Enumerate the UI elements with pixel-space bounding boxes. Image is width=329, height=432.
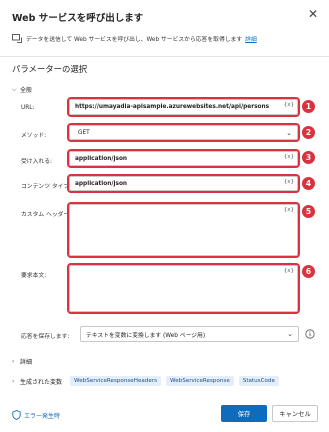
url-value: https://umayadia-apisample.azurewebsites… (75, 104, 270, 110)
badge-2: 2 (302, 126, 315, 139)
details-link[interactable]: 詳細 (245, 34, 257, 43)
custom-headers-label: カスタム ヘッダー: (21, 212, 72, 218)
variable-chip[interactable]: StatusCode (238, 376, 279, 386)
chevron-down-icon: ⌄ (286, 128, 292, 137)
group-generated-label: 生成された変数 (20, 378, 63, 386)
description: データを送信して Web サービスを呼び出し、Web サービスから応答を取得しま… (12, 34, 257, 43)
save-button[interactable]: 保存 (221, 405, 267, 422)
accept-value: application/json (75, 155, 128, 162)
group-general-label: 全般 (20, 87, 33, 94)
chevron-right-icon: › (12, 377, 15, 385)
group-general[interactable]: ⌵ 全般 (12, 85, 33, 95)
badge-4: 4 (302, 177, 315, 190)
accept-label: 受け入れる: (21, 159, 52, 165)
info-icon[interactable] (305, 329, 315, 339)
group-details-label: 詳細 (20, 359, 33, 366)
method-value: GET (78, 129, 90, 136)
content-type-value: application/json (75, 180, 128, 187)
description-text: データを送信して Web サービスを呼び出し、Web サービスから応答を取得しま… (26, 37, 243, 43)
divider (0, 56, 329, 57)
content-type-field[interactable]: application/json {x} (67, 174, 300, 193)
shield-icon (12, 410, 21, 420)
close-icon[interactable]: ✕ (308, 7, 318, 21)
url-label: URL: (21, 105, 35, 111)
request-body-label: 要求本文: (21, 273, 47, 279)
method-label: メソッド: (21, 133, 47, 139)
save-response-label: 応答を保存します: (21, 334, 70, 340)
method-dropdown[interactable]: GET ⌄ (67, 123, 300, 142)
on-error-button[interactable]: エラー発生時 (12, 410, 60, 420)
cancel-button[interactable]: キャンセル (272, 405, 318, 422)
url-field[interactable]: https://umayadia-apisample.azurewebsites… (67, 97, 300, 117)
variable-chip[interactable]: WebServiceResponse (166, 376, 234, 386)
content-type-label: コンテンツ タイプ: (21, 184, 72, 190)
variable-icon[interactable]: {x} (284, 207, 294, 213)
dialog-footer: エラー発生時 保存 キャンセル (0, 399, 329, 432)
variable-chip[interactable]: WebServiceResponseHeaders (70, 376, 162, 386)
chevron-down-icon: ⌵ (12, 85, 17, 93)
variable-icon[interactable]: {x} (284, 154, 294, 160)
chevron-down-icon: ⌄ (287, 330, 293, 338)
web-service-icon (12, 34, 22, 43)
request-body-textarea[interactable]: {x} (67, 263, 300, 314)
on-error-label: エラー発生時 (24, 412, 61, 420)
save-response-dropdown[interactable]: テキストを変数に変換します (Web ページ用) ⌄ (80, 326, 299, 342)
variable-icon[interactable]: {x} (284, 102, 294, 108)
group-details[interactable]: › 詳細 (12, 357, 32, 366)
badge-3: 3 (302, 151, 315, 164)
custom-headers-textarea[interactable]: {x} (67, 202, 300, 258)
badge-5: 5 (302, 205, 315, 218)
badge-1: 1 (302, 100, 315, 113)
section-title: パラメーターの選択 (12, 64, 88, 74)
chevron-right-icon: › (12, 358, 15, 365)
variable-icon[interactable]: {x} (284, 268, 294, 274)
save-response-value: テキストを変数に変換します (Web ページ用) (86, 332, 206, 339)
accept-field[interactable]: application/json {x} (67, 149, 300, 168)
badge-6: 6 (302, 265, 315, 278)
dialog-title: Web サービスを呼び出します (12, 13, 144, 24)
variable-icon[interactable]: {x} (284, 179, 294, 185)
group-generated-variables[interactable]: › 生成された変数 WebServiceResponseHeaders WebS… (12, 376, 284, 386)
